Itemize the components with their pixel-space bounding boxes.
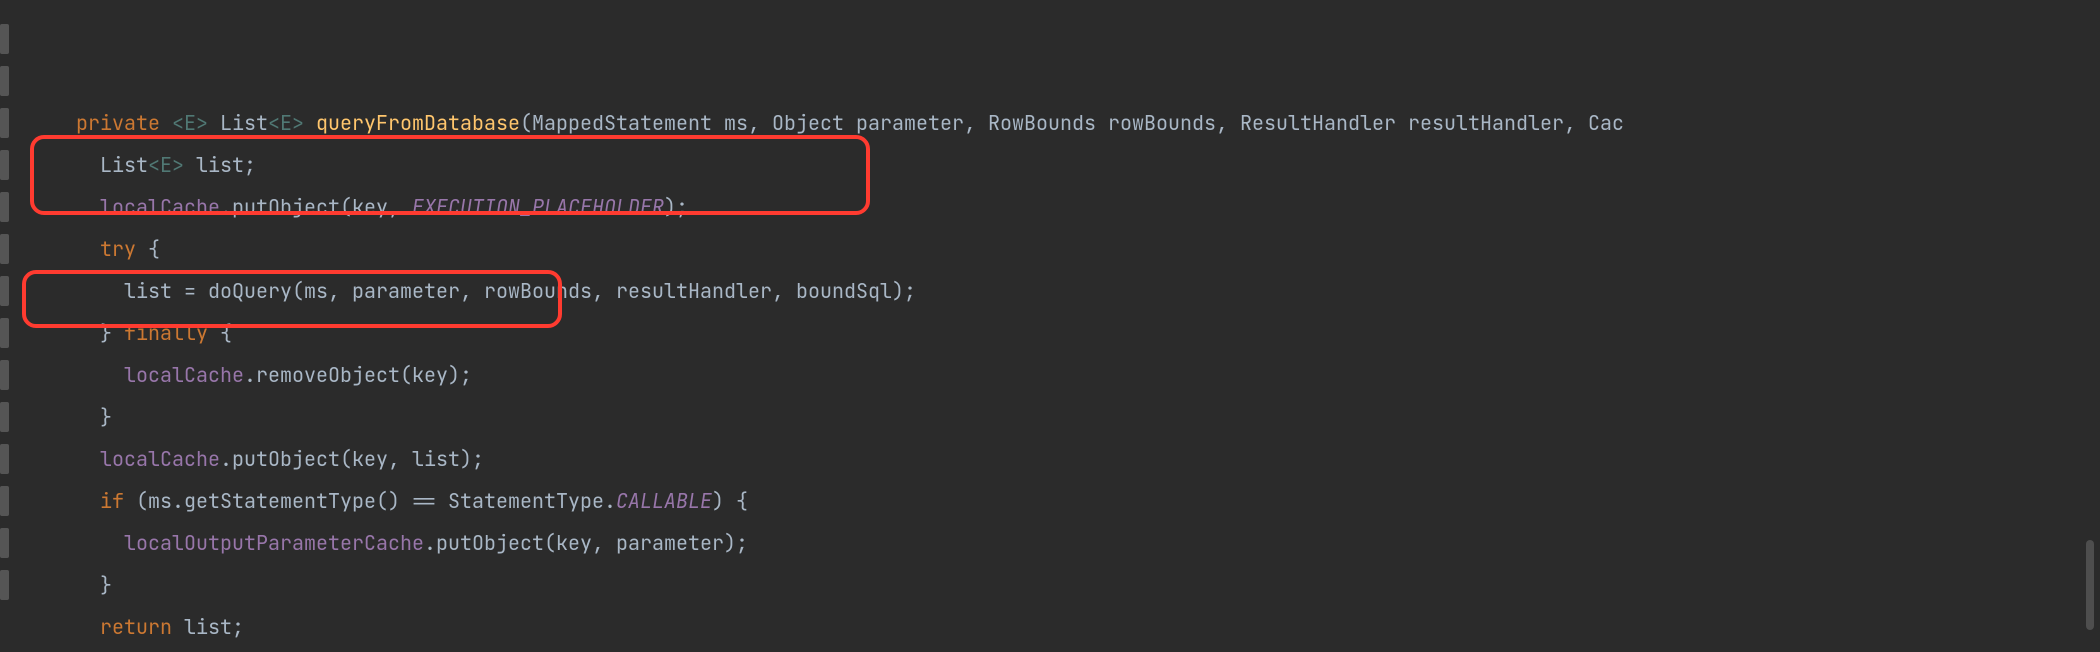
- code-line: private <E> List<E> queryFromDatabase(Ma…: [0, 18, 2100, 60]
- gutter-mark-icon: [0, 528, 9, 558]
- code-line: localCache.putObject(key, EXECUTION_PLAC…: [0, 102, 2100, 144]
- keyword-return: return: [100, 614, 172, 640]
- gutter-mark-icon: [0, 66, 9, 96]
- gutter-mark-icon: [0, 444, 9, 474]
- code-line: if (ms.getStatementType() == StatementTy…: [0, 396, 2100, 438]
- code-line: }: [0, 312, 2100, 354]
- gutter-mark-icon: [0, 192, 9, 222]
- code-line: List<E> list;: [0, 60, 2100, 102]
- indent: [76, 614, 100, 640]
- gutter-mark-icon: [0, 150, 9, 180]
- code-line: list = doQuery(ms, parameter, rowBounds,…: [0, 186, 2100, 228]
- gutter-mark-icon: [0, 234, 9, 264]
- gutter-mark-icon: [0, 360, 9, 390]
- scrollbar-thumb-icon[interactable]: [2086, 540, 2094, 630]
- space: [172, 614, 184, 640]
- gutter-mark-icon: [0, 276, 9, 306]
- gutter-mark-icon: [0, 318, 9, 348]
- var-list: list: [184, 614, 232, 640]
- gutter-mark-icon: [0, 402, 9, 432]
- code-line: } finally {: [0, 228, 2100, 270]
- code-line: }: [0, 564, 2100, 606]
- gutter-mark-icon: [0, 108, 9, 138]
- code-line: localCache.putObject(key, list);: [0, 354, 2100, 396]
- gutter-mark-icon: [0, 570, 9, 600]
- code-line: return list;: [0, 522, 2100, 564]
- code-line: localOutputParameterCache.putObject(key,…: [0, 438, 2100, 480]
- gutter-mark-icon: [0, 486, 9, 516]
- code-line: try {: [0, 144, 2100, 186]
- code-editor[interactable]: private <E> List<E> queryFromDatabase(Ma…: [0, 0, 2100, 652]
- code-line: }: [0, 480, 2100, 522]
- semicolon: ;: [232, 614, 244, 640]
- vertical-scrollbar[interactable]: [2084, 0, 2096, 652]
- gutter-mark-icon: [0, 24, 9, 54]
- code-line: localCache.removeObject(key);: [0, 270, 2100, 312]
